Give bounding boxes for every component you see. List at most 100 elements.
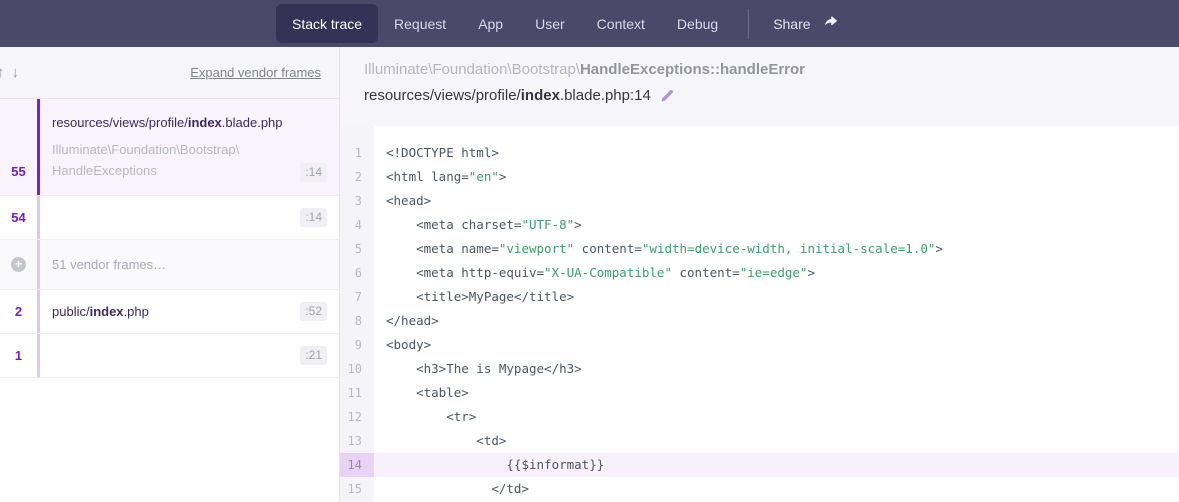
code-line: 15 </td> [340,477,1179,501]
code-line-content: <html lang="en"> [386,165,506,189]
frame-content: public/index.php :52 [40,290,339,333]
code-line-number: 10 [340,357,374,381]
topbar-tab[interactable]: Request [378,0,462,47]
code-line-content: <title>MyPage</title> [386,285,574,309]
code-line-content: <table> [386,381,469,405]
ignition-error-page: Stack trace Request App User Context Deb… [0,0,1179,502]
code-line: 4 <meta charset="UTF-8"> [340,213,1179,237]
code-line: 12 <tr> [340,405,1179,429]
topbar-tab[interactable]: Context [581,0,661,47]
share-label: Share [773,16,810,32]
expand-plus-icon[interactable]: + [11,257,26,272]
topbar-tabs: Stack trace Request App User Context Deb… [276,0,734,47]
frame-line-badge: :52 [300,302,327,321]
code-line-number: 5 [340,237,374,261]
code-line-number: 12 [340,405,374,429]
frame-content: :21 [40,334,339,377]
topbar-tab[interactable]: App [462,0,519,47]
tab-label: Context [597,16,645,32]
sidebar-header: ↑ ↓ Expand vendor frames [0,47,339,99]
stack-frame[interactable]: 55 resources/views/profile/index.blade.p… [0,99,339,196]
frame-line-badge: :14 [300,163,327,182]
frame-detail-header: Illuminate\Foundation\Bootstrap\HandleEx… [340,47,1179,126]
code-line: 11 <table> [340,381,1179,405]
code-line-number: 3 [340,189,374,213]
frame-line-badge: :14 [300,208,327,227]
code-line-content: <meta charset="UTF-8"> [386,213,582,237]
edit-file-pencil-icon[interactable] [660,88,675,103]
code-line: 1 <!DOCTYPE html> [340,141,1179,165]
code-line-content: <tr> [386,405,476,429]
frame-file: resources/views/profile/index.blade.php [52,115,283,130]
stack-trace-sidebar: ↑ ↓ Expand vendor frames 55 resources/vi… [0,47,340,502]
tab-label: User [535,16,565,32]
code-line-content: <meta name="viewport" content="width=dev… [386,237,943,261]
code-line-number: 9 [340,333,374,357]
tab-label: Debug [677,16,718,32]
vendor-frames-row[interactable]: + 51 vendor frames… [0,240,339,290]
code-line-number: 13 [340,429,374,453]
code-line-number: 8 [340,309,374,333]
code-line-content: <head> [386,189,431,213]
code-line-content: </td> [386,477,529,501]
topbar: Stack trace Request App User Context Deb… [0,0,1179,47]
tab-label: Request [394,16,446,32]
code-line-content: {{$informat}} [386,453,604,477]
code-line-number: 7 [340,285,374,309]
code-line-number: 6 [340,261,374,285]
frame-file: public/index.php [52,304,149,319]
vendor-frames-label: 51 vendor frames… [40,240,178,289]
code-line-number: 14 [340,453,374,477]
code-line-number: 2 [340,165,374,189]
code-line: 14 {{$informat}} [340,453,1179,477]
code-line-number: 1 [340,141,374,165]
frame-content: :14 [40,196,339,239]
share-button[interactable]: Share [763,15,848,32]
method-namespace: Illuminate\Foundation\Bootstrap\ [364,61,580,78]
code-viewer: 1 <!DOCTYPE html> 2 <html lang="en"> 3 <… [340,126,1179,502]
frame-number: 1 [0,334,37,377]
method-name: HandleExceptions::handleError [580,61,805,78]
vendor-expand: + [0,240,37,289]
main-panel: Illuminate\Foundation\Bootstrap\HandleEx… [340,47,1179,502]
code-line: 10 <h3>The is Mypage</h3> [340,357,1179,381]
code-line: 5 <meta name="viewport" content="width=d… [340,237,1179,261]
frame-class: Illuminate\Foundation\Bootstrap\HandleEx… [52,140,289,182]
code-line: 2 <html lang="en"> [340,165,1179,189]
code-line: 13 <td> [340,429,1179,453]
code-line: 3 <head> [340,189,1179,213]
prev-frame-arrow-icon[interactable]: ↑ [0,64,5,81]
code-line-content: </head> [386,309,439,333]
code-line-content: <!DOCTYPE html> [386,141,499,165]
frame-nav-arrows: ↑ ↓ [0,64,19,81]
code-line-content: <h3>The is Mypage</h3> [386,357,582,381]
code-line: 9 <body> [340,333,1179,357]
topbar-tab[interactable]: Debug [661,0,734,47]
code-line: 6 <meta http-equiv="X-UA-Compatible" con… [340,261,1179,285]
code-line-content: <body> [386,333,431,357]
frame-number: 54 [0,196,37,239]
topbar-tab[interactable]: Stack trace [276,4,378,43]
content-area: ↑ ↓ Expand vendor frames 55 resources/vi… [0,47,1179,502]
stack-frame[interactable]: 2 public/index.php :52 [0,290,339,334]
tab-label: Stack trace [292,16,362,32]
topbar-tab[interactable]: User [519,0,581,47]
code-line-number: 15 [340,477,374,501]
share-icon [822,15,839,32]
frame-number: 55 [0,99,37,195]
code-line-number: 4 [340,213,374,237]
frame-content: resources/views/profile/index.blade.php … [40,99,339,195]
frame-file-path: resources/views/profile/index.blade.php:… [364,87,1155,104]
frames-list: 55 resources/views/profile/index.blade.p… [0,99,339,378]
file-path-text: resources/views/profile/index.blade.php:… [364,87,651,104]
tab-label: App [478,16,503,32]
next-frame-arrow-icon[interactable]: ↓ [12,64,20,81]
frame-method: Illuminate\Foundation\Bootstrap\HandleEx… [364,61,1155,78]
frame-line-badge: :21 [300,346,327,365]
code-line-content: <td> [386,429,506,453]
stack-frame[interactable]: 54 :14 [0,196,339,240]
expand-vendor-frames-link[interactable]: Expand vendor frames [190,65,321,80]
stack-frame[interactable]: 1 :21 [0,334,339,378]
code-line-content: <meta http-equiv="X-UA-Compatible" conte… [386,261,815,285]
frame-number: 2 [0,290,37,333]
